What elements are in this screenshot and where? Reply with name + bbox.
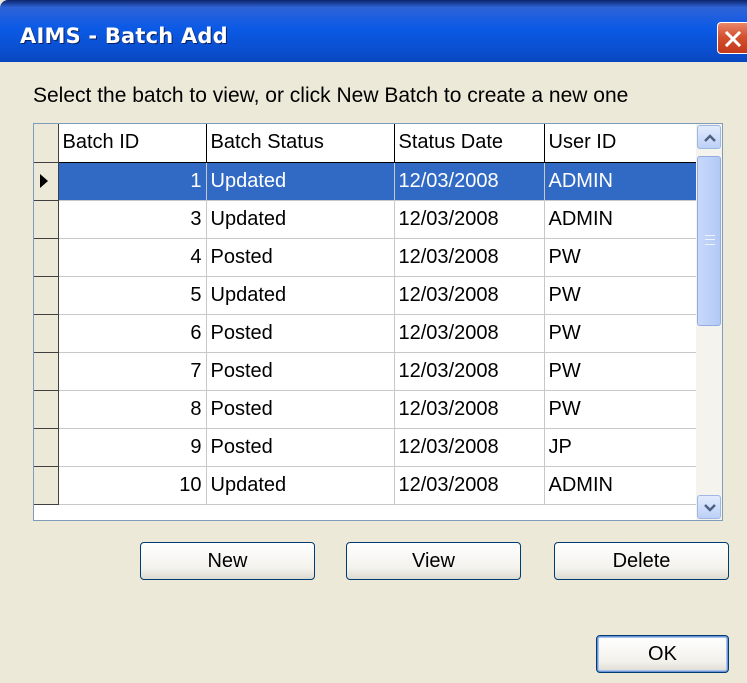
thumb-grip-icon [705, 235, 715, 245]
table-row[interactable]: 5 Updated 12/03/2008 PW [34, 276, 697, 315]
cell-batch-id[interactable]: 8 [58, 390, 207, 429]
table-row[interactable]: 9 Posted 12/03/2008 JP [34, 428, 697, 467]
instruction-text: Select the batch to view, or click New B… [33, 84, 629, 107]
row-selector[interactable] [34, 390, 59, 429]
cell-status-date[interactable]: 12/03/2008 [394, 238, 545, 277]
new-button[interactable]: New [140, 542, 315, 580]
scroll-down-button[interactable] [697, 495, 721, 519]
cell-batch-status[interactable]: Updated [206, 162, 395, 201]
cell-status-date[interactable]: 12/03/2008 [394, 390, 545, 429]
close-button[interactable] [717, 22, 747, 54]
cell-batch-id[interactable]: 9 [58, 428, 207, 467]
view-button[interactable]: View [346, 542, 521, 580]
row-selector[interactable] [34, 352, 59, 391]
table-row[interactable]: 3 Updated 12/03/2008 ADMIN [34, 200, 697, 239]
cell-batch-status[interactable]: Posted [206, 390, 395, 429]
window-title: AIMS - Batch Add [20, 24, 228, 48]
cell-user-id[interactable]: ADMIN [544, 466, 697, 505]
cell-batch-status[interactable]: Posted [206, 238, 395, 277]
batch-add-dialog: AIMS - Batch Add Select the batch to vie… [0, 0, 747, 683]
row-selector[interactable] [34, 314, 59, 353]
cell-status-date[interactable]: 12/03/2008 [394, 352, 545, 391]
cell-status-date[interactable]: 12/03/2008 [394, 314, 545, 353]
chevron-down-icon [704, 504, 716, 512]
column-header-user-id[interactable]: User ID [544, 124, 697, 163]
vertical-scrollbar[interactable] [696, 124, 722, 520]
table-row[interactable]: 4 Posted 12/03/2008 PW [34, 238, 697, 277]
cell-status-date[interactable]: 12/03/2008 [394, 200, 545, 239]
header-corner [34, 124, 59, 163]
cell-batch-status[interactable]: Posted [206, 314, 395, 353]
cell-status-date[interactable]: 12/03/2008 [394, 276, 545, 315]
cell-user-id[interactable]: PW [544, 314, 697, 353]
cell-user-id[interactable]: PW [544, 352, 697, 391]
column-header-batch-status[interactable]: Batch Status [206, 124, 395, 163]
column-header-batch-id[interactable]: Batch ID [58, 124, 207, 163]
row-selector[interactable] [34, 200, 59, 239]
row-selector[interactable] [34, 238, 59, 277]
cell-status-date[interactable]: 12/03/2008 [394, 466, 545, 505]
cell-batch-id[interactable]: 7 [58, 352, 207, 391]
table-row[interactable]: 8 Posted 12/03/2008 PW [34, 390, 697, 429]
cell-status-date[interactable]: 12/03/2008 [394, 428, 545, 467]
row-selector[interactable] [34, 162, 59, 201]
scroll-up-button[interactable] [697, 125, 721, 149]
row-pointer-icon [40, 174, 48, 188]
column-header-status-date[interactable]: Status Date [394, 124, 545, 163]
title-bar[interactable]: AIMS - Batch Add [0, 0, 747, 62]
cell-user-id[interactable]: JP [544, 428, 697, 467]
table-row[interactable]: 1 Updated 12/03/2008 ADMIN [34, 162, 697, 201]
cell-user-id[interactable]: PW [544, 276, 697, 315]
cell-user-id[interactable]: PW [544, 238, 697, 277]
row-selector[interactable] [34, 466, 59, 505]
cell-batch-status[interactable]: Updated [206, 200, 395, 239]
header-row: Batch ID Batch Status Status Date User I… [34, 124, 697, 163]
table-row[interactable]: 6 Posted 12/03/2008 PW [34, 314, 697, 353]
table-row[interactable]: 10 Updated 12/03/2008 ADMIN [34, 466, 697, 505]
cell-batch-id[interactable]: 3 [58, 200, 207, 239]
cell-user-id[interactable]: PW [544, 390, 697, 429]
close-icon [724, 30, 742, 48]
batch-grid[interactable]: Batch ID Batch Status Status Date User I… [33, 123, 723, 521]
cell-batch-status[interactable]: Posted [206, 352, 395, 391]
cell-user-id[interactable]: ADMIN [544, 200, 697, 239]
cell-batch-id[interactable]: 6 [58, 314, 207, 353]
batch-table: Batch ID Batch Status Status Date User I… [34, 124, 697, 505]
row-selector[interactable] [34, 428, 59, 467]
delete-button[interactable]: Delete [554, 542, 729, 580]
cell-batch-id[interactable]: 1 [58, 162, 207, 201]
cell-batch-status[interactable]: Posted [206, 428, 395, 467]
cell-batch-status[interactable]: Updated [206, 276, 395, 315]
ok-button[interactable]: OK [596, 635, 729, 673]
cell-batch-id[interactable]: 5 [58, 276, 207, 315]
row-selector[interactable] [34, 276, 59, 315]
cell-batch-id[interactable]: 10 [58, 466, 207, 505]
cell-batch-status[interactable]: Updated [206, 466, 395, 505]
cell-batch-id[interactable]: 4 [58, 238, 207, 277]
table-row[interactable]: 7 Posted 12/03/2008 PW [34, 352, 697, 391]
scrollbar-thumb[interactable] [697, 156, 721, 326]
cell-status-date[interactable]: 12/03/2008 [394, 162, 545, 201]
cell-user-id[interactable]: ADMIN [544, 162, 697, 201]
chevron-up-icon [704, 134, 716, 142]
